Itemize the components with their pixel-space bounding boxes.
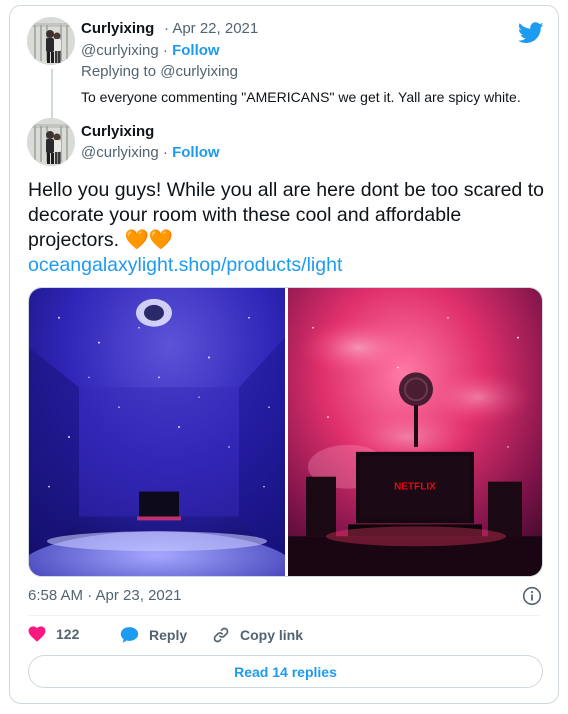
main-handle-row: @curlyixing · Follow: [81, 144, 220, 161]
replying-to-label[interactable]: Replying to @curlyixing: [81, 63, 238, 80]
parent-tweet-text: To everyone commenting "AMERICANS" we ge…: [81, 89, 521, 105]
twitter-bird-icon[interactable]: [518, 22, 544, 44]
main-follow-button[interactable]: Follow: [172, 144, 220, 161]
copy-link-button[interactable]: Copy link: [212, 626, 303, 644]
main-tweet-text-block: Hello you guys! While you all are here d…: [28, 178, 548, 253]
read-replies-button[interactable]: Read 14 replies: [28, 655, 543, 688]
main-avatar[interactable]: [27, 118, 75, 166]
tweet-link[interactable]: oceangalaxylight.shop/products/light: [28, 254, 342, 277]
netflix-logo: NETFLIX: [394, 482, 436, 493]
tweet-media-grid: NETFLIX: [28, 287, 543, 577]
orange-heart-emoji: 🧡🧡: [124, 229, 174, 251]
main-tweet-text: Hello you guys! While you all are here d…: [28, 179, 544, 251]
parent-display-name[interactable]: Curlyixing: [81, 20, 154, 37]
media-photo-blue-galaxy-room[interactable]: [29, 288, 285, 576]
info-icon[interactable]: [522, 586, 542, 606]
reply-thread-line: [51, 69, 53, 121]
like-button[interactable]: 122: [28, 626, 79, 642]
divider: [28, 615, 540, 616]
main-handle[interactable]: @curlyixing: [81, 144, 159, 161]
parent-follow-separator: ·: [162, 42, 168, 59]
parent-handle[interactable]: @curlyixing: [81, 42, 159, 59]
parent-handle-row: @curlyixing · Follow: [81, 42, 220, 59]
tweet-actions-bar: 122 Reply Copy link: [28, 626, 543, 650]
parent-follow-button[interactable]: Follow: [172, 42, 220, 59]
tweet-timestamp[interactable]: 6:58 AM · Apr 23, 2021: [28, 587, 181, 604]
reply-label: Reply: [149, 627, 188, 643]
like-count: 122: [56, 626, 80, 642]
heart-icon: [28, 626, 46, 642]
parent-date[interactable]: · Apr 22, 2021: [164, 20, 258, 37]
main-display-name[interactable]: Curlyixing: [81, 123, 154, 140]
embedded-tweet-card: Curlyixing · Apr 22, 2021 @curlyixing · …: [9, 5, 559, 704]
parent-avatar[interactable]: [27, 17, 75, 65]
reply-bubble-icon: [120, 627, 139, 643]
reply-button[interactable]: Reply: [120, 626, 187, 644]
copy-link-label: Copy link: [240, 627, 304, 643]
main-follow-separator: ·: [162, 144, 168, 161]
media-photo-red-galaxy-netflix-room[interactable]: NETFLIX: [288, 288, 543, 576]
link-icon: [213, 627, 229, 643]
